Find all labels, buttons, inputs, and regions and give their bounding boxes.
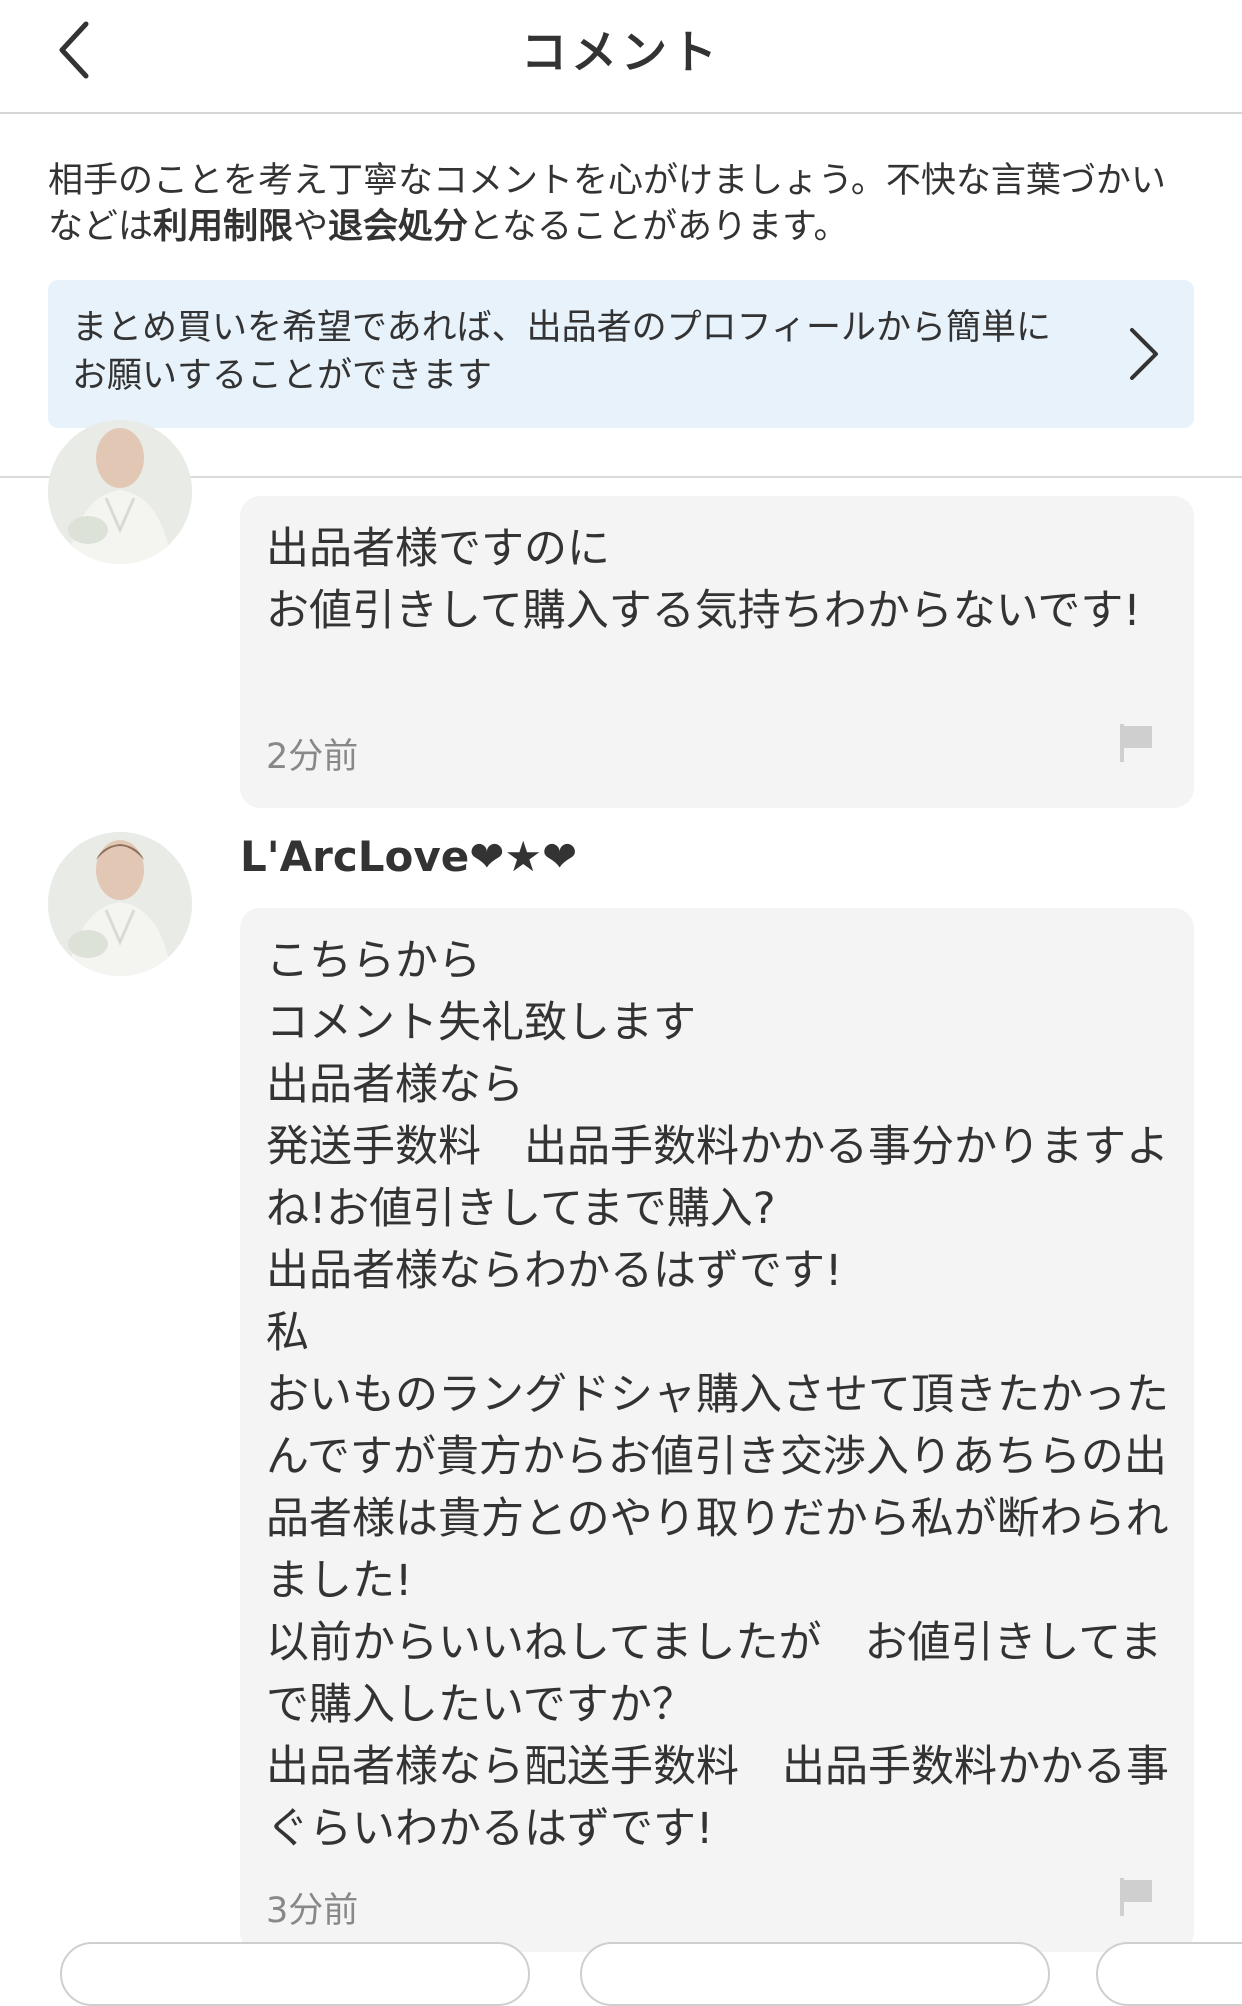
avatar-image (48, 832, 192, 976)
page-title: コメント (521, 25, 721, 79)
comment-time: 2分前 (266, 737, 359, 777)
notice-bold-restriction: 利用制限 (153, 207, 294, 247)
bottom-action-button[interactable] (580, 1942, 1050, 2006)
avatar-image (48, 420, 192, 564)
header-bar: コメント (0, 0, 1242, 114)
comment-text: こちらから コメント失礼致します 出品者様なら 発送手数料 出品手数料かかる事分… (266, 936, 1169, 1854)
chevron-right-icon (1130, 328, 1158, 380)
comment-guideline-notice: 相手のことを考え丁寧なコメントを心がけましょう。不快な言葉づかいなどは利用制限や… (48, 158, 1198, 250)
comment-username[interactable]: L'ArcLove❤★❤ (240, 832, 577, 881)
flag-icon[interactable] (1118, 722, 1154, 764)
notice-text-end: となることがあります。 (468, 207, 849, 247)
flag-icon[interactable] (1118, 1876, 1154, 1918)
bottom-action-button[interactable] (60, 1942, 530, 2006)
comment-bubble: こちらから コメント失礼致します 出品者様なら 発送手数料 出品手数料かかる事分… (240, 908, 1194, 1952)
bulk-buy-banner[interactable]: まとめ買いを希望であれば、出品者のプロフィールから簡単にお願いすることができます (48, 280, 1194, 428)
avatar[interactable] (48, 832, 192, 976)
banner-text: まとめ買いを希望であれば、出品者のプロフィールから簡単にお願いすることができます (72, 308, 1051, 396)
comment-text: 出品者様ですのに お値引きして購入する気持ちわからないです! (266, 524, 1141, 636)
avatar[interactable] (48, 420, 192, 564)
notice-text-mid: や (293, 207, 329, 247)
comment-bubble: 出品者様ですのに お値引きして購入する気持ちわからないです! 2分前 (240, 496, 1194, 808)
notice-bold-withdrawal: 退会処分 (328, 207, 469, 247)
comment-time: 3分前 (266, 1891, 359, 1931)
bottom-action-button[interactable] (1096, 1942, 1242, 2006)
